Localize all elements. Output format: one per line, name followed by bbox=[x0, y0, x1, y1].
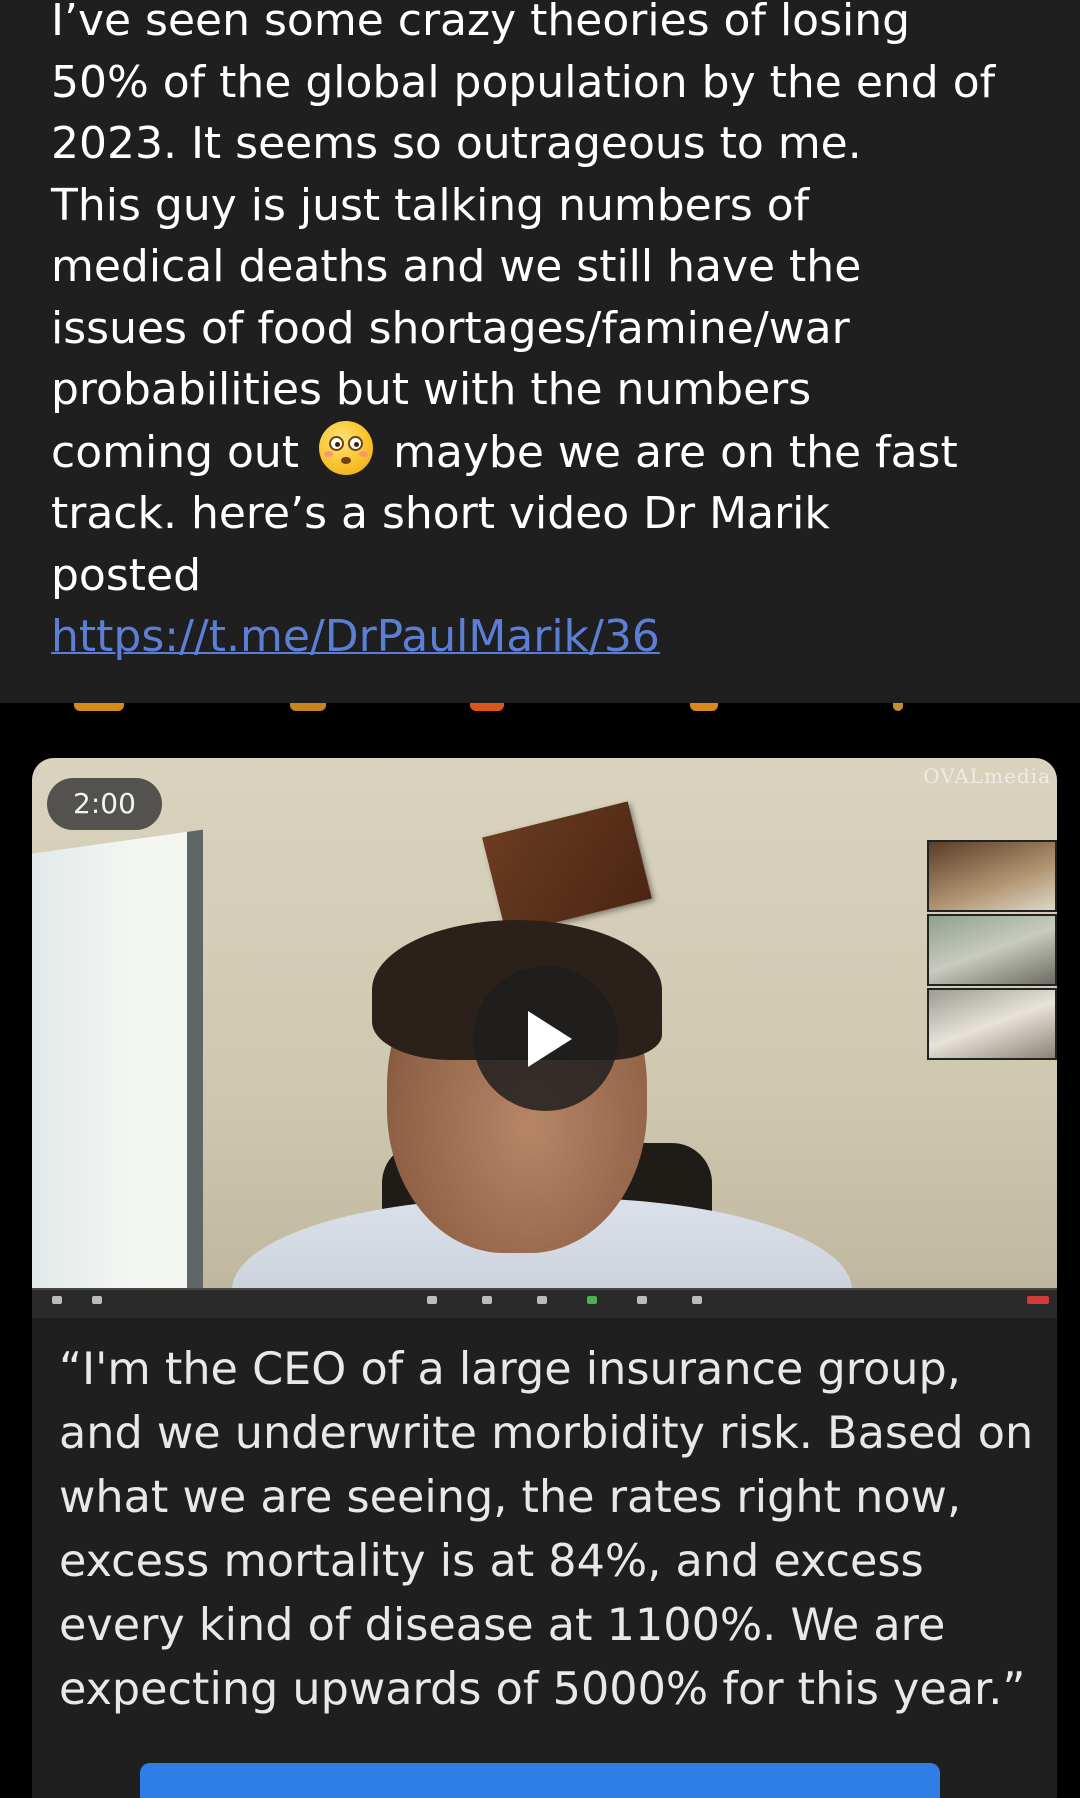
telegram-link[interactable]: https://t.me/DrPaulMarik/36 bbox=[51, 611, 660, 662]
participant-thumbnail bbox=[927, 914, 1057, 986]
play-button[interactable] bbox=[473, 966, 618, 1111]
post-line: 2023. It seems so outrageous to me. bbox=[51, 118, 862, 169]
post-link-line: https://t.me/DrPaulMarik/36 bbox=[51, 606, 1030, 668]
post-line: I’ve seen some crazy theories of losing bbox=[51, 0, 911, 46]
shared-media-card: OVALmedia 2:00 “I'm the CEO of a large i… bbox=[32, 758, 1057, 1798]
quote-line: expecting upwards of 5000% for this year… bbox=[59, 1664, 1026, 1715]
flushed-face-emoji-icon bbox=[319, 420, 374, 475]
post-line: posted bbox=[51, 549, 202, 601]
post-line: probabilities but with the numbers bbox=[51, 364, 812, 415]
video-duration-badge: 2:00 bbox=[47, 778, 162, 830]
video-player[interactable]: OVALmedia 2:00 bbox=[32, 758, 1057, 1318]
clipped-emoji-row-decoration bbox=[290, 703, 326, 711]
post-line-fragment: maybe we are on the fast bbox=[393, 426, 958, 478]
post-line-fragment: coming out bbox=[51, 426, 300, 478]
clipped-emoji-row-decoration bbox=[470, 703, 504, 711]
post-body: I’ve seen some crazy theories of losing … bbox=[51, 0, 1030, 668]
video-frame-plaque bbox=[482, 801, 652, 935]
participant-thumbnail bbox=[927, 840, 1057, 912]
quote-line: what we are seeing, the rates right now, bbox=[59, 1472, 962, 1523]
quote-line: and we underwrite morbidity risk. Based … bbox=[59, 1408, 1034, 1459]
post-line: track. here’s a short video Dr Marik bbox=[51, 488, 830, 539]
participant-thumbnail bbox=[927, 988, 1057, 1060]
clipped-emoji-row-decoration bbox=[690, 703, 718, 711]
post-text-panel: I’ve seen some crazy theories of losing … bbox=[0, 0, 1080, 703]
post-line: issues of food shortages/famine/war bbox=[51, 302, 850, 354]
quote-text: “I'm the CEO of a large insurance group,… bbox=[59, 1338, 1039, 1722]
post-line: 50% of the global population by the end … bbox=[51, 56, 996, 108]
post-line: This guy is just talking numbers of bbox=[51, 179, 810, 231]
post-line: medical deaths and we still have the bbox=[51, 241, 862, 292]
quote-line: excess mortality is at 84%, and excess bbox=[59, 1536, 924, 1587]
video-watermark: OVALmedia bbox=[923, 764, 1051, 788]
play-icon bbox=[528, 1011, 572, 1067]
video-frame-window bbox=[32, 829, 203, 1318]
post-line-with-emoji: coming out maybe we are on the fast bbox=[51, 420, 1030, 484]
clipped-emoji-row-decoration bbox=[74, 703, 124, 711]
quote-line: “I'm the CEO of a large insurance group, bbox=[59, 1344, 961, 1395]
video-call-toolbar bbox=[32, 1288, 1057, 1318]
quote-line: every kind of disease at 1100%. We are bbox=[59, 1600, 946, 1651]
clipped-emoji-row-decoration bbox=[893, 703, 903, 711]
